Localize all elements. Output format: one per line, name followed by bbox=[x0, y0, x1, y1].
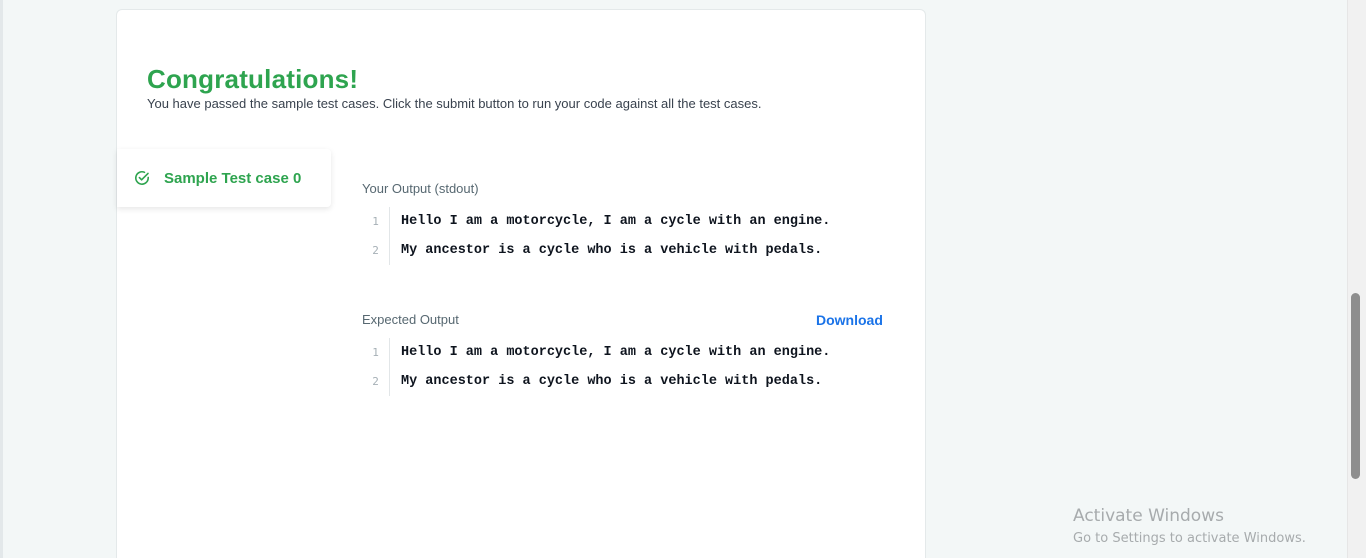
line-number: 2 bbox=[362, 236, 390, 265]
test-case-label: Sample Test case 0 bbox=[164, 169, 302, 187]
download-link[interactable]: Download bbox=[816, 312, 883, 328]
result-card: Congratulations! You have passed the sam… bbox=[116, 9, 926, 558]
result-subtitle: You have passed the sample test cases. C… bbox=[147, 96, 762, 111]
scrollbar-thumb[interactable] bbox=[1351, 293, 1360, 479]
tab-sample-test-case-0[interactable]: Sample Test case 0 bbox=[117, 149, 331, 207]
line-number: 2 bbox=[362, 367, 390, 396]
code-line: 1 Hello I am a motorcycle, I am a cycle … bbox=[362, 338, 882, 367]
watermark-title: Activate Windows bbox=[1073, 506, 1224, 526]
expected-output-label: Expected Output bbox=[362, 312, 459, 327]
code-line: 2 My ancestor is a cycle who is a vehicl… bbox=[362, 367, 882, 396]
line-text: My ancestor is a cycle who is a vehicle … bbox=[401, 243, 823, 258]
line-number: 1 bbox=[362, 207, 390, 236]
watermark-subtitle: Go to Settings to activate Windows. bbox=[1073, 531, 1306, 546]
left-edge-divider bbox=[0, 0, 3, 558]
code-line: 1 Hello I am a motorcycle, I am a cycle … bbox=[362, 207, 882, 236]
line-number: 1 bbox=[362, 338, 390, 367]
code-line: 2 My ancestor is a cycle who is a vehicl… bbox=[362, 236, 882, 265]
line-text: My ancestor is a cycle who is a vehicle … bbox=[401, 374, 823, 389]
activate-windows-watermark: Activate Windows Go to Settings to activ… bbox=[1073, 505, 1306, 549]
result-title: Congratulations! bbox=[147, 64, 359, 94]
page: Congratulations! You have passed the sam… bbox=[0, 0, 1366, 558]
page-scrollbar[interactable] bbox=[1347, 0, 1366, 558]
line-text: Hello I am a motorcycle, I am a cycle wi… bbox=[401, 345, 831, 360]
your-output-code: 1 Hello I am a motorcycle, I am a cycle … bbox=[362, 207, 882, 265]
expected-output-code: 1 Hello I am a motorcycle, I am a cycle … bbox=[362, 338, 882, 396]
your-output-label: Your Output (stdout) bbox=[362, 181, 479, 196]
check-circle-icon bbox=[134, 170, 150, 186]
line-text: Hello I am a motorcycle, I am a cycle wi… bbox=[401, 214, 831, 229]
